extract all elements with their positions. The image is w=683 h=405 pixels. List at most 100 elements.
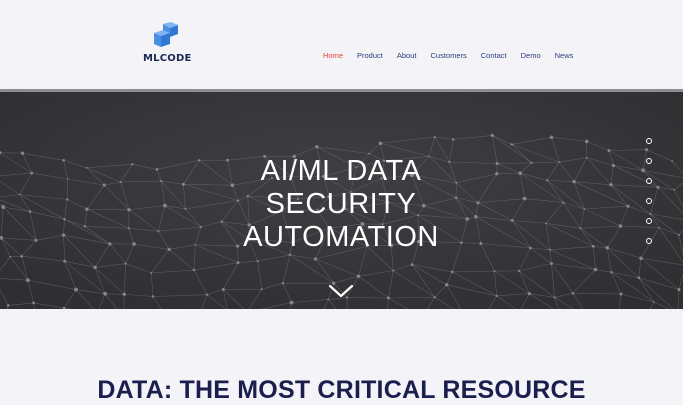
mesh-node <box>222 288 225 291</box>
mesh-node <box>32 302 35 305</box>
mesh-node <box>612 164 615 167</box>
mesh-node <box>261 288 263 290</box>
mesh-node <box>558 161 560 163</box>
mesh-node <box>523 197 527 201</box>
mesh-node <box>550 135 554 139</box>
hero-banner: AI/ML DATA SECURITY AUTOMATION <box>0 92 683 309</box>
mesh-node <box>29 210 32 213</box>
mesh-node <box>387 297 390 300</box>
mesh-node <box>411 263 414 266</box>
mesh-node <box>529 247 532 250</box>
mesh-node <box>103 184 106 187</box>
slide-dot[interactable] <box>646 218 652 224</box>
mesh-node <box>605 246 609 250</box>
mesh-node <box>452 138 455 141</box>
mesh-node <box>315 145 318 148</box>
nav-item-product[interactable]: Product <box>357 51 383 63</box>
mesh-node <box>193 269 196 272</box>
mesh-node <box>562 202 564 204</box>
mesh-node <box>157 230 159 232</box>
chevron-down-icon[interactable] <box>327 283 355 299</box>
mesh-node <box>7 304 10 307</box>
mesh-node <box>639 256 643 260</box>
mesh-node <box>434 296 436 298</box>
mesh-node <box>392 270 394 272</box>
mesh-node <box>67 178 69 180</box>
slide-dot[interactable] <box>646 178 652 184</box>
mesh-node <box>160 180 162 182</box>
mesh-node <box>656 186 659 189</box>
mesh-node <box>167 248 170 251</box>
mesh-node <box>518 270 520 272</box>
hero-title: AI/ML DATA SECURITY AUTOMATION <box>191 155 491 254</box>
mesh-node <box>545 222 547 224</box>
mesh-node <box>445 283 448 286</box>
mesh-node <box>131 163 133 165</box>
brand-logo[interactable]: MLCODE <box>143 22 197 66</box>
mesh-node <box>496 295 498 297</box>
mesh-node <box>9 256 11 258</box>
mesh-node <box>62 159 65 162</box>
mesh-node <box>128 227 130 229</box>
nav-item-customers[interactable]: Customers <box>430 51 466 63</box>
mesh-node <box>626 205 629 208</box>
nav-item-home[interactable]: Home <box>323 51 343 63</box>
mesh-node <box>163 204 167 208</box>
mesh-node <box>673 189 675 191</box>
slide-dot[interactable] <box>646 238 652 244</box>
nav-item-contact[interactable]: Contact <box>481 51 507 63</box>
mesh-node <box>549 249 551 251</box>
mesh-node <box>491 134 494 137</box>
mesh-node <box>62 233 65 236</box>
mesh-node <box>156 168 159 171</box>
mesh-node <box>572 292 575 295</box>
nav-item-news[interactable]: News <box>555 51 574 63</box>
mesh-node <box>357 275 360 278</box>
mesh-node <box>586 157 588 159</box>
mesh-node <box>21 152 24 155</box>
mesh-node <box>451 271 454 274</box>
mesh-node <box>592 245 595 248</box>
mesh-node <box>152 295 154 297</box>
slide-indicator <box>646 138 656 248</box>
mesh-node <box>511 219 514 222</box>
mesh-node <box>1 205 5 209</box>
mesh-node <box>206 293 208 295</box>
mesh-node <box>658 227 660 229</box>
mesh-node <box>123 293 126 296</box>
mesh-node <box>93 266 96 269</box>
hero-title-line: AI/ML DATA <box>191 155 491 188</box>
mesh-node <box>579 227 581 229</box>
mesh-node <box>434 136 436 138</box>
mesh-node <box>289 254 291 256</box>
mesh-node <box>19 194 21 196</box>
mesh-node <box>282 282 284 284</box>
mesh-node <box>528 292 531 295</box>
mesh-node <box>85 207 88 210</box>
slide-dot[interactable] <box>646 138 652 144</box>
brand-name: MLCODE <box>143 53 199 64</box>
mesh-node <box>641 168 645 172</box>
mesh-node <box>132 242 136 246</box>
mesh-node <box>550 262 553 265</box>
slide-dot[interactable] <box>646 198 652 204</box>
mesh-node <box>314 257 317 260</box>
mesh-node <box>583 208 585 210</box>
mesh-node <box>572 180 575 183</box>
slide-dot[interactable] <box>646 158 652 164</box>
mesh-node <box>379 142 383 146</box>
mesh-node <box>127 208 130 211</box>
mesh-node <box>20 255 23 258</box>
mesh-node <box>530 162 532 164</box>
mesh-node <box>103 292 107 296</box>
mesh-node <box>34 239 37 242</box>
mesh-node <box>150 272 152 274</box>
nav-item-about[interactable]: About <box>397 51 417 63</box>
mesh-node <box>30 172 33 175</box>
mesh-node <box>26 278 30 282</box>
section-heading: DATA: THE MOST CRITICAL RESOURCE <box>0 375 683 405</box>
mesh-node <box>496 162 499 165</box>
mesh-node <box>653 301 655 303</box>
mesh-node <box>66 198 68 200</box>
nav-item-demo[interactable]: Demo <box>521 51 541 63</box>
